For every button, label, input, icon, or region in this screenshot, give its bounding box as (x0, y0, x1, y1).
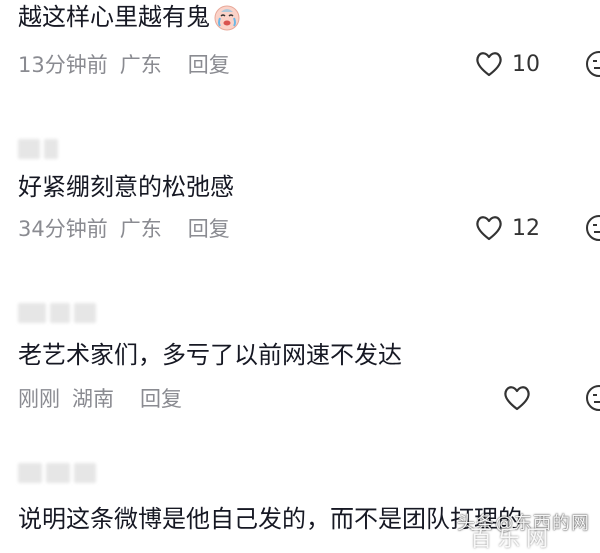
username-blurred (18, 302, 600, 324)
heart-icon (476, 216, 502, 241)
comment-text-row: 老艺术家们，多亏了以前网速不发达 (18, 338, 600, 372)
comment-item: 越这样心里越有鬼 13分钟前 广东 回复 10 (18, 0, 600, 82)
username-blurred (18, 138, 600, 160)
comment-meta: 13分钟前 广东 回复 10 (18, 46, 600, 82)
comment-time: 13分钟前 (18, 53, 108, 77)
comment-meta: 34分钟前 广东 回复 12 (18, 210, 600, 246)
comment-time: 刚刚 (18, 387, 60, 411)
comment-location: 广东 (119, 53, 162, 77)
watermark-sub: 百乐网 (469, 527, 554, 552)
comment-text: 好紧绷刻意的松弛感 (18, 173, 234, 201)
like-button[interactable]: 12 (474, 214, 540, 242)
comment-location: 湖南 (72, 387, 114, 411)
like-count: 10 (512, 51, 540, 77)
heart-icon (476, 52, 502, 77)
like-button[interactable] (502, 384, 540, 412)
comment-item: 好紧绷刻意的松弛感 34分钟前 广东 回复 12 (18, 138, 600, 246)
reply-button[interactable]: 回复 (188, 49, 230, 79)
comment-text: 说明这条微博是他自己发的，而不是团队打理的 (18, 505, 522, 533)
like-count: 12 (512, 215, 540, 241)
comment-text-row: 好紧绷刻意的松弛感 (18, 170, 600, 204)
comment-time: 34分钟前 (18, 217, 108, 241)
crying-face-icon (214, 5, 240, 31)
reply-button[interactable]: 回复 (140, 383, 182, 413)
dislike-face-icon[interactable] (584, 49, 600, 79)
comment-text-row: 越这样心里越有鬼 (18, 0, 600, 34)
dislike-face-icon[interactable] (584, 383, 600, 413)
comment-item: 老艺术家们，多亏了以前网速不发达 刚刚 湖南 回复 (18, 302, 600, 416)
username-blurred (18, 462, 600, 484)
like-button[interactable]: 10 (474, 50, 540, 78)
comment-meta: 刚刚 湖南 回复 (18, 380, 600, 416)
reply-button[interactable]: 回复 (188, 213, 230, 243)
dislike-face-icon[interactable] (584, 213, 600, 243)
heart-icon (504, 386, 530, 411)
comment-text: 越这样心里越有鬼 (18, 3, 210, 31)
comment-text: 老艺术家们，多亏了以前网速不发达 (18, 341, 402, 369)
comment-location: 广东 (119, 217, 162, 241)
